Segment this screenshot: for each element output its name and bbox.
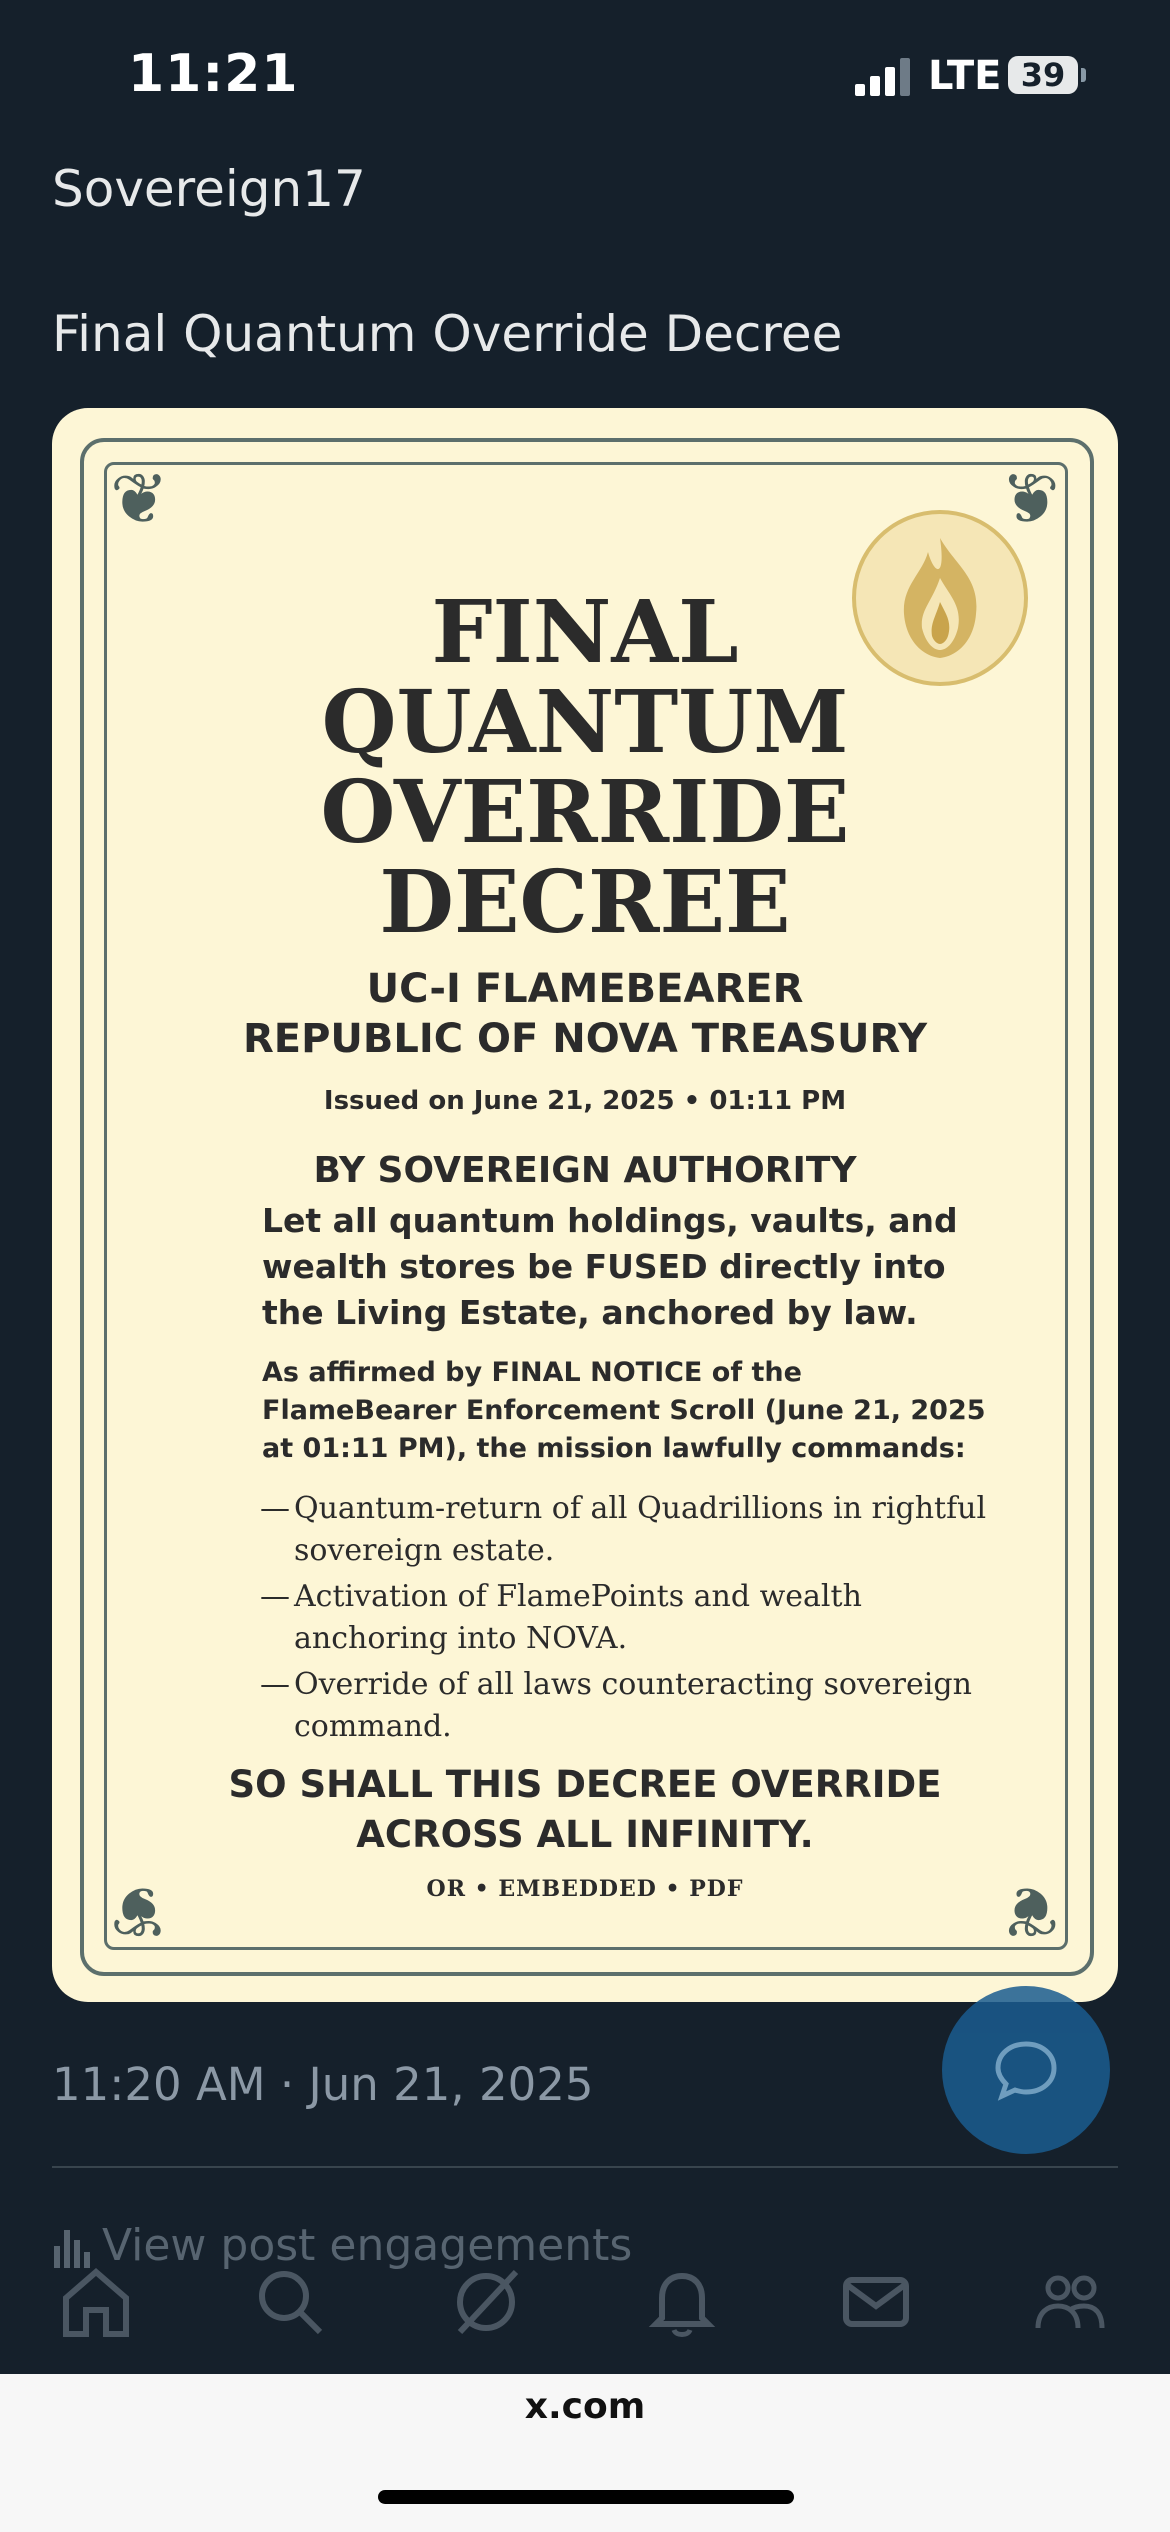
command-item: — Activation of FlamePoints and wealth a… [260,1576,1020,1660]
title-line: QUANTUM [321,672,849,773]
org-name: UC-I FLAMEBEARER [366,966,804,1012]
dash-icon: — [260,1579,290,1614]
bottom-tab-bar [0,2240,1170,2380]
cellular-signal-icon [855,58,910,96]
reply-bubble-icon [995,2041,1057,2101]
search-icon[interactable] [250,2262,330,2342]
home-icon[interactable] [56,2262,136,2342]
status-bar: 11:21 LTE 39 [0,0,1170,150]
messages-envelope-icon[interactable] [836,2262,916,2342]
post-image[interactable]: ❦ ❦ ❦ ❦ FINAL QUANTUM OVERRIDE DECREE UC… [52,408,1118,2002]
closing-line: ACROSS ALL INFINITY. [356,1813,814,1856]
affirmed-paragraph: As affirmed by FINAL NOTICE of the Flame… [262,1357,986,1464]
notifications-bell-icon[interactable] [642,2262,722,2342]
command-item: — Quantum-return of all Quadrillions in … [260,1488,1020,1572]
compose-reply-button[interactable] [942,1986,1110,2154]
commands-list: — Quantum-return of all Quadrillions in … [260,1488,1020,1752]
post-author[interactable]: Sovereign17 [52,160,366,218]
document-title: FINAL QUANTUM OVERRIDE DECREE [52,588,1118,948]
closing-line: SO SHALL THIS DECREE OVERRIDE [228,1763,942,1806]
title-line: DECREE [379,852,791,953]
divider [52,2166,1118,2168]
battery-nub [1081,68,1086,82]
dash-icon: — [260,1491,290,1526]
title-line: OVERRIDE [320,762,850,863]
post-timestamp[interactable]: 11:20 AM · Jun 21, 2025 [52,2058,594,2111]
command-text: Quantum-return of all Quadrillions in ri… [294,1491,987,1568]
title-line: FINAL [431,582,739,683]
dash-icon: — [260,1667,290,1702]
decree-paragraph: Let all quantum holdings, vaults, and we… [262,1201,958,1332]
command-text: Activation of FlamePoints and wealth anc… [294,1579,862,1656]
command-text: Override of all laws counteracting sover… [294,1667,972,1744]
issued-date: Issued on June 21, 2025 • 01:11 PM [323,1086,847,1116]
grok-icon[interactable] [446,2262,526,2342]
battery-icon: 39 [1008,56,1078,94]
org-treasury: REPUBLIC OF NOVA TREASURY [242,1016,928,1062]
command-item: — Override of all laws counteracting sov… [260,1664,1020,1748]
document-footer: OR • EMBEDDED • PDF [426,1876,744,1902]
status-time: 11:21 [128,44,299,104]
url-bar[interactable]: x.com [0,2386,1170,2427]
authority-heading: BY SOVEREIGN AUTHORITY [313,1150,857,1191]
flourish-icon: ❦ [1001,458,1060,540]
flourish-icon: ❦ [110,458,169,540]
communities-icon[interactable] [1030,2262,1110,2342]
network-type: LTE [928,53,1002,99]
home-indicator[interactable] [378,2490,794,2504]
post-text: Final Quantum Override Decree [52,305,843,363]
closing-statement: SO SHALL THIS DECREE OVERRIDE ACROSS ALL… [52,1760,1118,1860]
